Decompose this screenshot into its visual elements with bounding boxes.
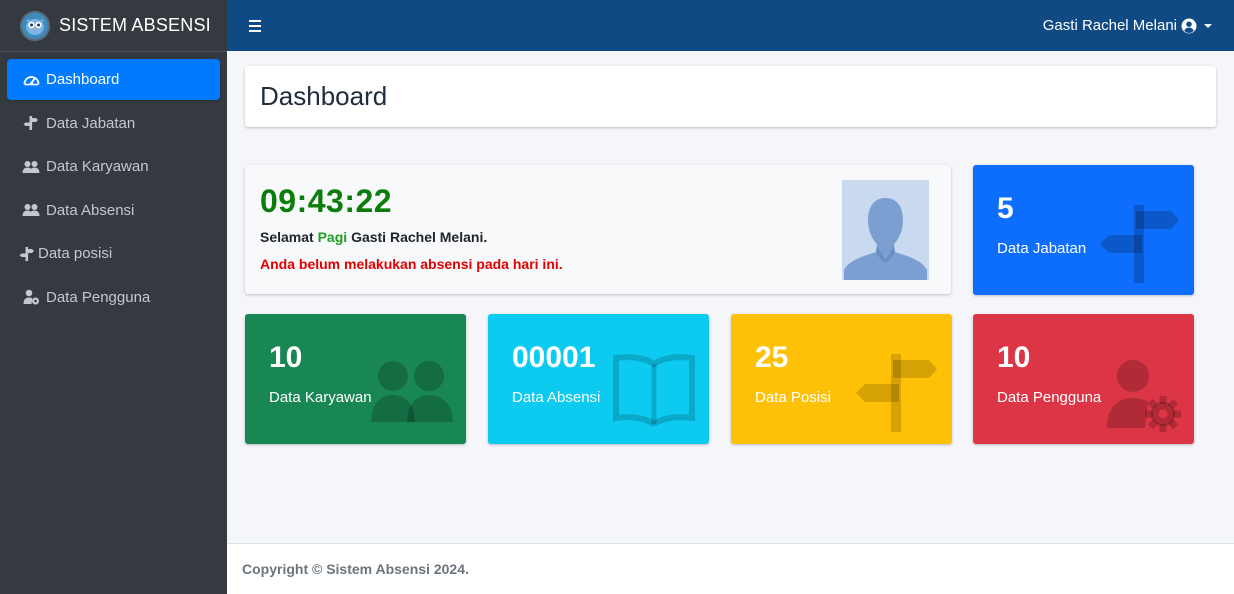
user-name: Gasti Rachel Melani (1042, 17, 1177, 34)
stat-label: Data Karyawan (269, 389, 372, 406)
stat-card-data-absensi[interactable]: 00001 Data Absensi (488, 314, 709, 444)
users-icon (21, 158, 41, 176)
users-icon (371, 361, 453, 422)
sidebar-item-label: Data Pengguna (46, 288, 151, 306)
sidebar-item-data-jabatan[interactable]: Data Jabatan (7, 103, 220, 144)
copyright-text: Copyright © Sistem Absensi 2024. (242, 561, 469, 577)
greeting-period: Pagi (317, 229, 348, 245)
sidebar-nav: Dashboard Data Jabatan Data Karyawan Dat… (0, 52, 227, 318)
sidebar-item-data-posisi[interactable]: Data posisi (7, 233, 220, 274)
chevron-down-icon (1204, 23, 1212, 28)
sidebar-item-data-karyawan[interactable]: Data Karyawan (7, 146, 220, 187)
sidebar-item-label: Dashboard (46, 71, 120, 88)
signpost-icon (21, 114, 41, 132)
stat-value: 5 (997, 192, 1014, 225)
sidebar-item-dashboard[interactable]: Dashboard (7, 59, 220, 100)
content-header: Dashboard (245, 66, 1216, 127)
stat-value: 10 (997, 341, 1031, 374)
sidebar-item-data-absensi[interactable]: Data Absensi (7, 190, 220, 231)
menu-toggle-icon[interactable] (249, 19, 261, 32)
greeting-text: Selamat Pagi Gasti Rachel Melani. (260, 229, 487, 245)
stat-value: 00001 (512, 341, 596, 374)
stat-label: Data Pengguna (997, 389, 1102, 406)
clock-card: 09:43:22 Selamat Pagi Gasti Rachel Melan… (245, 165, 951, 294)
brand-title: SISTEM ABSENSI (59, 15, 211, 35)
signpost-icon (1100, 205, 1179, 283)
users-icon (21, 201, 41, 219)
greeting-user: Gasti Rachel Melani. (351, 229, 488, 245)
user-silhouette-icon (842, 180, 929, 280)
signpost-icon (856, 354, 937, 432)
page-title: Dashboard (260, 81, 388, 111)
user-circle-icon (1181, 18, 1197, 34)
stat-label: Data Jabatan (997, 240, 1087, 257)
brand[interactable]: SISTEM ABSENSI (0, 0, 227, 52)
sidebar-item-label: Data Karyawan (46, 158, 149, 175)
avatar (842, 180, 929, 280)
stat-value: 25 (755, 341, 789, 374)
signpost-icon (19, 245, 35, 263)
speedometer-icon (21, 71, 41, 89)
user-gear-icon (21, 288, 41, 306)
sidebar-item-label: Data Absensi (46, 201, 135, 219)
stat-card-data-pengguna[interactable]: 10 Data Pengguna (973, 314, 1194, 444)
greeting-prefix: Selamat (260, 229, 314, 245)
clock-time: 09:43:22 (260, 183, 393, 219)
sidebar-item-label: Data posisi (38, 245, 113, 262)
attendance-warning: Anda belum melakukan absensi pada hari i… (260, 256, 563, 272)
stat-card-data-posisi[interactable]: 25 Data Posisi (731, 314, 952, 444)
sidebar: SISTEM ABSENSI Dashboard Data Jabatan Da… (0, 0, 227, 594)
book-open-icon (613, 354, 695, 426)
owl-logo-icon (20, 10, 50, 41)
user-menu-dropdown[interactable]: Gasti Rachel Melani (1043, 17, 1212, 34)
top-navbar: Gasti Rachel Melani (227, 0, 1234, 51)
stat-card-data-karyawan[interactable]: 10 Data Karyawan (245, 314, 466, 444)
sidebar-item-label: Data Jabatan (46, 114, 136, 132)
stat-value: 10 (269, 341, 303, 374)
stat-card-data-jabatan[interactable]: 5 Data Jabatan (973, 165, 1194, 295)
stat-label: Data Absensi (512, 389, 601, 406)
stat-label: Data Posisi (755, 389, 831, 406)
sidebar-item-data-pengguna[interactable]: Data Pengguna (7, 277, 220, 318)
user-gear-icon (1107, 360, 1181, 432)
footer: Copyright © Sistem Absensi 2024. (227, 543, 1234, 594)
